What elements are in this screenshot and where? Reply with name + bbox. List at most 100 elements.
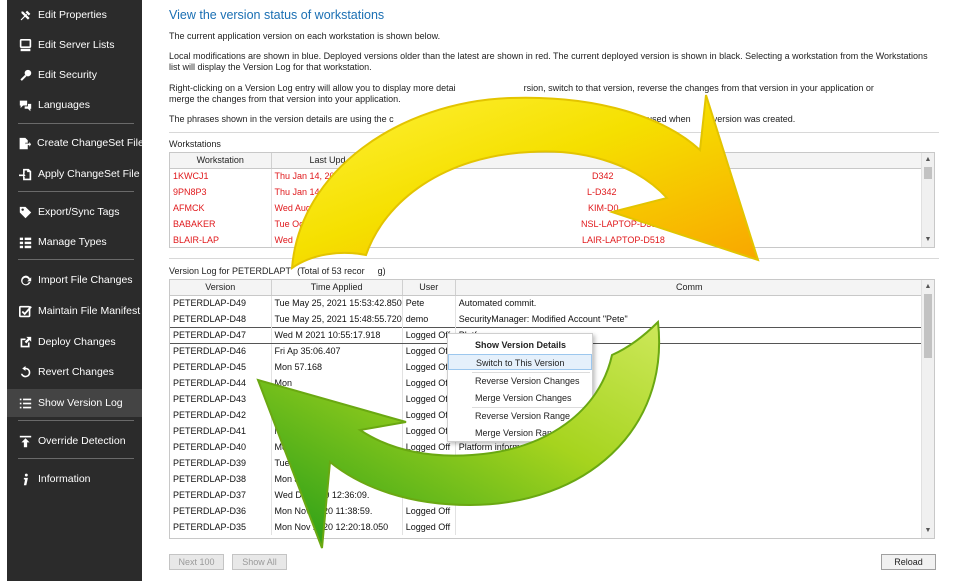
table-row[interactable]: PETERDLAP-D37 Wed De 2020 12:36:09. Logged… (170, 487, 924, 503)
rightclick-text-a: Right-clicking on a Version Log entry wi… (169, 83, 456, 93)
workstation-cell: AFMCK (170, 200, 272, 216)
menu-item-switch-to-this-version[interactable]: Switch to This Version (448, 354, 592, 370)
updated-cell: Wed Aug KIM-D0 (271, 200, 922, 216)
divider (169, 132, 939, 133)
sidebar-item-edit-security[interactable]: Edit Security (7, 61, 142, 89)
menu-item-merge-version-changes[interactable]: Merge Version Changes (448, 390, 592, 406)
scroll-down-icon[interactable]: ▼ (922, 234, 934, 246)
phrases-text-b: tions used when (625, 114, 691, 124)
sidebar-item-information[interactable]: Information (7, 465, 142, 493)
menu-item-reverse-version-changes[interactable]: Reverse Version Changes (448, 373, 592, 389)
rightclick-text-b: rsion, switch to that version, reve (523, 83, 655, 93)
sidebar-item-override-detection[interactable]: Override Detection (7, 427, 142, 455)
table-row[interactable]: BLAIR-LAP Wed LAIR-LAPTOP-D518 (170, 232, 922, 247)
show-all-button[interactable]: Show All (232, 554, 287, 570)
table-row[interactable]: AFMCK Wed Aug KIM-D0 (170, 200, 922, 216)
next-100-button[interactable]: Next 100 (169, 554, 224, 570)
table-row[interactable]: PETERDLAP-D35 Mon Nov 2020 12:20:18.050 Lo… (170, 519, 924, 535)
sidebar-divider (18, 191, 134, 192)
workstation-cell: BLAIR-LAP (170, 232, 272, 247)
sidebar-item-export-sync-tags[interactable]: Export/Sync Tags (7, 198, 142, 226)
sidebar-item-manage-types[interactable]: Manage Types (7, 228, 142, 256)
sidebar-item-deploy-changes[interactable]: Deploy Changes (7, 328, 142, 356)
version-log-label: Version Log for PETERDLAPT (Total of 53 r… (169, 266, 386, 276)
sidebar-item-import-file-changes[interactable]: Import File Changes (7, 266, 142, 294)
sidebar-item-label: Override Detection (38, 435, 126, 447)
table-row[interactable]: 1KWCJ1 Thu Jan 14, 2021 D342 (170, 168, 922, 184)
updated-cell: Thu Jan 14, 2 L-D342 (271, 184, 922, 200)
list-icon (18, 396, 32, 410)
column-header-last-updated[interactable]: Last Upd (271, 153, 922, 169)
menu-item-show-version-details[interactable]: Show Version Details (448, 337, 592, 353)
sidebar-item-label: Maintain File Manifest (38, 305, 141, 317)
import-file-icon (18, 167, 32, 181)
sidebar-item-label: Edit Properties (38, 9, 107, 21)
rightclick-text: Right-clicking on a Version Log entry wi… (169, 83, 949, 94)
column-header-comment[interactable]: Comm (455, 280, 924, 296)
phrases-text-a: The phrases shown in the version details… (169, 114, 394, 124)
sidebar-item-label: Show Version Log (38, 397, 123, 409)
sidebar-divider (18, 123, 134, 124)
workstations-label: Workstations (169, 139, 221, 149)
scroll-thumb[interactable] (924, 294, 932, 358)
sidebar-item-label: Information (38, 473, 91, 485)
sidebar-item-label: Apply ChangeSet File (38, 168, 140, 180)
sidebar-divider (18, 458, 134, 459)
sidebar: Edit Properties Edit Server Lists Edit S… (7, 0, 144, 581)
sidebar-item-label: Revert Changes (38, 366, 114, 378)
sidebar-divider (18, 420, 134, 421)
refresh-icon (18, 273, 32, 287)
version-log-scrollbar[interactable]: ▲ ▼ (921, 280, 934, 538)
table-row[interactable]: PETERDLAP-D49 Tue May 25, 2021 15:53:42.8… (170, 295, 924, 311)
rightclick-text-line2: merge the changes from that version into… (169, 94, 401, 104)
sidebar-item-show-version-log[interactable]: Show Version Log (7, 389, 142, 417)
column-header-workstation[interactable]: Workstation (170, 153, 272, 169)
sidebar-item-create-changeset-file[interactable]: Create ChangeSet File (7, 129, 144, 157)
workstations-scrollbar[interactable]: ▲ ▼ (921, 153, 934, 247)
reload-button[interactable]: Reload (881, 554, 936, 570)
sidebar-item-label: Manage Types (38, 236, 107, 248)
table-row[interactable]: 9PN8P3 Thu Jan 14, 2 L-D342 (170, 184, 922, 200)
menu-item-merge-version-range[interactable]: Merge Version Range (448, 425, 592, 441)
sidebar-item-edit-server-lists[interactable]: Edit Server Lists (7, 31, 142, 59)
page-title: View the version status of workstations (169, 8, 385, 22)
table-row[interactable]: PETERDLAP-D38 Mon Ja Logged Off (170, 471, 924, 487)
sidebar-divider (18, 259, 134, 260)
sidebar-item-label: Deploy Changes (38, 336, 116, 348)
updated-cell: Thu Jan 14, 2021 D342 (271, 168, 922, 184)
workstations-table: Workstation Last Upd 1KWCJ1 Thu Jan 14, 2… (170, 153, 922, 247)
scroll-up-icon[interactable]: ▲ (922, 281, 934, 293)
sidebar-item-languages[interactable]: Languages (7, 91, 142, 119)
table-row[interactable]: PETERDLAP-D36 Mon Nov 2020 11:38:59. Logge… (170, 503, 924, 519)
server-list-icon (18, 38, 32, 52)
workstations-grid[interactable]: Workstation Last Upd 1KWCJ1 Thu Jan 14, 2… (169, 152, 935, 248)
sidebar-item-label: Languages (38, 99, 90, 111)
column-header-user[interactable]: User (402, 280, 456, 296)
intro-text: The current application version on each … (169, 31, 441, 41)
sidebar-item-maintain-file-manifest[interactable]: Maintain File Manifest (7, 297, 142, 325)
column-header-time-applied[interactable]: Time Applied (271, 280, 403, 296)
external-link-icon (18, 335, 32, 349)
divider (169, 258, 939, 259)
type-list-icon (18, 235, 32, 249)
menu-item-reverse-version-range[interactable]: Reverse Version Range (448, 408, 592, 424)
phrases-text: The phrases shown in the version details… (169, 114, 939, 125)
export-file-icon (18, 136, 31, 150)
table-row[interactable]: BABAKER Tue Oc NSL-LAPTOP-D356 (170, 216, 922, 232)
sidebar-item-label: Export/Sync Tags (38, 206, 120, 218)
table-row[interactable]: PETERDLAP-D48 Tue May 25, 2021 15:48:55.7… (170, 311, 924, 327)
key-icon (18, 68, 32, 82)
scroll-up-icon[interactable]: ▲ (922, 154, 934, 166)
phrases-text-c: version was created. (712, 114, 796, 124)
column-header-version[interactable]: Version (170, 280, 272, 296)
table-row[interactable]: PETERDLAP-D39 Tue Ja Logged Off Platform in… (170, 455, 924, 471)
scroll-thumb[interactable] (924, 167, 932, 179)
tag-icon (18, 205, 32, 219)
sidebar-item-revert-changes[interactable]: Revert Changes (7, 358, 142, 386)
updated-cell: Tue Oc NSL-LAPTOP-D356 (271, 216, 922, 232)
sidebar-item-edit-properties[interactable]: Edit Properties (7, 1, 142, 29)
sidebar-item-apply-changeset-file[interactable]: Apply ChangeSet File (7, 160, 142, 188)
upload-icon (18, 434, 32, 448)
scroll-down-icon[interactable]: ▼ (922, 525, 934, 537)
legend-text: Local modifications are shown in blue. D… (169, 51, 928, 72)
